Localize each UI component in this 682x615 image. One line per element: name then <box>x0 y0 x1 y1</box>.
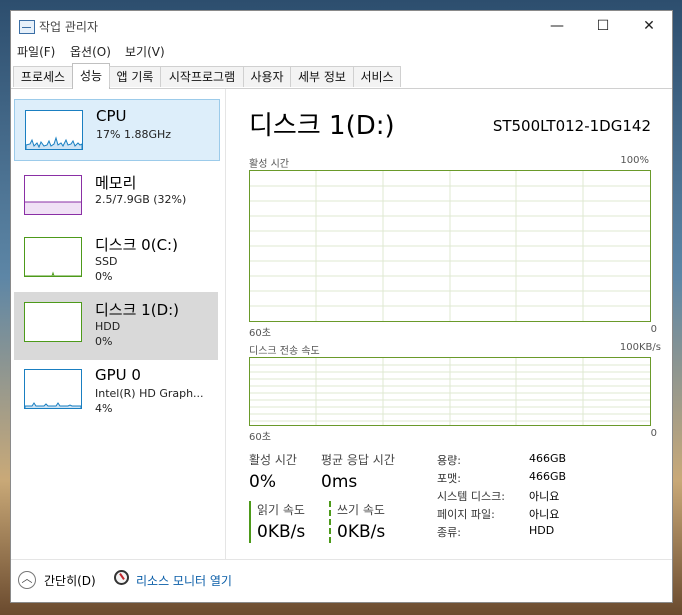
disk-type-label: 종류: <box>437 526 461 539</box>
active-time-graph-timespan: 60초 <box>249 328 271 339</box>
resource-usage: 0% <box>95 335 113 348</box>
tab-users[interactable]: 사용자 <box>243 66 291 87</box>
active-time-graph-max: 100% <box>620 155 649 166</box>
resource-cpu[interactable]: CPU 17% 1.88GHz <box>14 99 220 161</box>
resource-detail: 2.5/7.9GB (32%) <box>95 193 187 206</box>
tab-services[interactable]: 서비스 <box>353 66 401 87</box>
resource-disk-0[interactable]: 디스크 0(C:) SSD 0% <box>14 227 218 287</box>
write-speed-indicator <box>329 501 331 543</box>
read-speed-value: 0KB/s <box>257 522 306 542</box>
tab-bar: 프로세스 성능 앱 기록 시작프로그램 사용자 세부 정보 서비스 <box>11 63 672 89</box>
active-time-graph-min: 0 <box>650 324 657 335</box>
disk-model: ST500LT012-1DG142 <box>492 117 651 135</box>
disk-type-value: HDD <box>529 524 555 537</box>
transfer-rate-graph <box>249 357 651 426</box>
task-manager-icon <box>19 20 35 34</box>
active-time-label: 활성 시간 <box>249 453 297 467</box>
disk-detail-panel: 디스크 1(D:) ST500LT012-1DG142 활성 시간 100% 6… <box>237 89 667 559</box>
resource-name: 디스크 1(D:) <box>95 301 180 319</box>
tab-performance[interactable]: 성능 <box>72 63 110 89</box>
resource-name: CPU <box>96 107 127 125</box>
resource-name: GPU 0 <box>95 366 141 384</box>
fewer-details-link[interactable]: 간단히(D) <box>44 572 96 589</box>
resource-memory[interactable]: 메모리 2.5/7.9GB (32%) <box>14 165 218 225</box>
tab-startup[interactable]: 시작프로그램 <box>160 66 244 87</box>
disk0-thumbnail-graph <box>24 237 82 277</box>
resource-name: 메모리 <box>95 174 137 192</box>
active-time-graph-label: 활성 시간 <box>249 159 289 170</box>
menu-options[interactable]: 옵션(O) <box>70 43 111 60</box>
footer-bar: ︿ 간단히(D) 리소스 모니터 열기 <box>11 559 672 602</box>
capacity-value: 466GB <box>529 452 567 465</box>
cpu-thumbnail-graph <box>25 110 83 150</box>
read-speed-indicator <box>249 501 251 543</box>
menu-view[interactable]: 보기(V) <box>125 43 165 60</box>
read-speed-label: 읽기 속도 <box>257 503 305 517</box>
avg-response-label: 평균 응답 시간 <box>321 453 395 467</box>
disk-title: 디스크 1(D:) <box>249 111 395 141</box>
resource-disk-1[interactable]: 디스크 1(D:) HDD 0% <box>14 292 218 360</box>
resource-list: CPU 17% 1.88GHz 메모리 2.5/7.9GB (32%) 디스크 … <box>11 89 226 559</box>
resource-type: SSD <box>95 255 118 268</box>
resource-name: 디스크 0(C:) <box>95 236 178 254</box>
resource-monitor-icon <box>114 570 129 585</box>
chevron-up-icon[interactable]: ︿ <box>18 571 36 589</box>
tab-details[interactable]: 세부 정보 <box>290 66 354 87</box>
page-file-value: 아니요 <box>529 508 560 521</box>
transfer-rate-graph-max: 100KB/s <box>619 342 661 353</box>
close-button[interactable]: ✕ <box>626 11 672 41</box>
capacity-label: 용량: <box>437 454 461 467</box>
title-bar: 작업 관리자 — ☐ ✕ <box>11 11 672 41</box>
open-resource-monitor-link[interactable]: 리소스 모니터 열기 <box>136 572 232 589</box>
window-title: 작업 관리자 <box>39 20 99 34</box>
resource-gpu-0[interactable]: GPU 0 Intel(R) HD Graph... 4% <box>14 359 218 419</box>
system-disk-label: 시스템 디스크: <box>437 490 505 503</box>
transfer-rate-graph-timespan: 60초 <box>249 432 271 443</box>
gpu-thumbnail-graph <box>24 369 82 409</box>
active-time-graph <box>249 170 651 322</box>
write-speed-label: 쓰기 속도 <box>337 503 385 517</box>
transfer-rate-graph-label: 디스크 전송 속도 <box>249 346 320 357</box>
menu-file[interactable]: 파일(F) <box>17 43 55 60</box>
memory-thumbnail-graph <box>24 175 82 215</box>
resource-usage: 4% <box>95 402 113 415</box>
resource-detail: 17% 1.88GHz <box>96 128 172 141</box>
tab-processes[interactable]: 프로세스 <box>13 66 73 87</box>
maximize-button[interactable]: ☐ <box>580 11 626 41</box>
resource-usage: 0% <box>95 270 113 283</box>
transfer-rate-graph-min: 0 <box>650 428 657 439</box>
disk1-thumbnail-graph <box>24 302 82 342</box>
menu-bar: 파일(F) 옵션(O) 보기(V) <box>11 41 672 61</box>
tab-app-history[interactable]: 앱 기록 <box>109 66 161 87</box>
task-manager-window: 작업 관리자 — ☐ ✕ 파일(F) 옵션(O) 보기(V) 프로세스 성능 앱… <box>10 10 673 603</box>
write-speed-value: 0KB/s <box>337 522 386 542</box>
formatted-label: 포맷: <box>437 472 461 485</box>
resource-type: HDD <box>95 320 121 333</box>
formatted-value: 466GB <box>529 470 567 483</box>
avg-response-value: 0ms <box>321 472 358 492</box>
minimize-button[interactable]: — <box>534 11 580 41</box>
system-disk-value: 아니요 <box>529 490 560 503</box>
resource-detail: Intel(R) HD Graph... <box>95 387 204 400</box>
active-time-value: 0% <box>249 472 276 492</box>
page-file-label: 페이지 파일: <box>437 508 495 521</box>
